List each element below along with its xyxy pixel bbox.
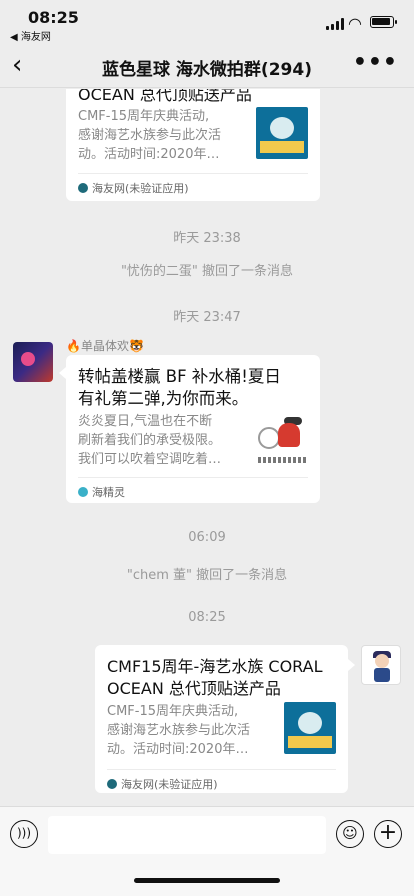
source-icon [107,779,117,789]
source-label: 海友网(未验证应用) [121,778,218,791]
source-label: 海精灵 [92,486,125,499]
back-icon[interactable]: ‹ [12,52,40,80]
avatar[interactable] [13,342,53,382]
card-desc-line: 炎炎夏日,气温也在不断 [78,414,213,429]
emoji-icon[interactable]: ☺ [336,820,364,848]
voice-icon[interactable]: ))) [10,820,38,848]
source-icon [78,487,88,497]
timestamp: 08:25 [188,610,226,625]
card-title: OCEAN 总代顶贴送产品 [78,89,252,104]
plus-icon[interactable]: + [374,820,402,848]
status-time: 08:25 [28,8,79,27]
card-desc-line: 我们可以吹着空调吃着… [78,452,222,467]
avatar[interactable] [361,645,401,685]
sender-name: 🔥单晶体欢🐯 [66,339,144,353]
card-desc-line: 动。活动时间:2020年… [78,147,220,162]
card-thumbnail [256,107,308,159]
battery-icon [370,16,397,28]
card-source: 海精灵 [78,477,308,500]
card-thumbnail [284,702,336,754]
chat-title: 蓝色星球 海水微拍群(294) [102,60,312,80]
chat-header: ‹ 蓝色星球 海水微拍群(294) ••• [0,44,414,88]
status-bar: 08:25 ◀ 海友网 ◠ [0,0,414,44]
card-title-line: CMF15周年-海艺水族 CORAL [107,657,323,676]
message-list[interactable]: OCEAN 总代顶贴送产品 CMF-15周年庆典活动, 感谢海艺水族参与此次活 … [0,89,414,806]
card-desc-line: 感谢海艺水族参与此次活 [78,128,222,143]
card-title-line: 有礼第二弹,为你而来。 [78,389,249,408]
timestamp: 昨天 23:38 [173,231,241,246]
more-icon[interactable]: ••• [353,50,398,75]
card-thumbnail [256,413,308,465]
recall-notice: "忧伤的二蛋" 撤回了一条消息 [120,264,294,279]
signal-icon [326,18,344,30]
card-desc-line: CMF-15周年庆典活动, [107,704,239,719]
card-desc-line: CMF-15周年庆典活动, [78,109,210,124]
timestamp: 06:09 [188,530,226,545]
home-indicator[interactable] [134,878,280,883]
wifi-icon: ◠ [348,14,362,33]
card-desc-line: 动。活动时间:2020年… [107,742,249,757]
timestamp: 昨天 23:47 [173,310,241,325]
card-source: 海友网(未验证应用) [78,173,308,196]
bubble-tail [59,367,66,379]
message-input[interactable] [48,816,326,854]
card-source: 海友网(未验证应用) [107,769,336,792]
card-title-line: OCEAN 总代顶贴送产品 [107,679,281,698]
link-card-mid[interactable]: 转帖盖楼赢 BF 补水桶!夏日 有礼第二弹,为你而来。 炎炎夏日,气温也在不断 … [66,355,320,503]
card-title-line: 转帖盖楼赢 BF 补水桶!夏日 [78,367,281,386]
source-icon [78,183,88,193]
link-card-top[interactable]: OCEAN 总代顶贴送产品 CMF-15周年庆典活动, 感谢海艺水族参与此次活 … [66,89,320,201]
recall-notice: "chem 董" 撤回了一条消息 [126,568,288,583]
card-desc-line: 刷新着我们的承受极限。 [78,433,222,448]
card-desc-line: 感谢海艺水族参与此次活 [107,723,251,738]
back-to-app-link[interactable]: ◀ 海友网 [10,28,51,43]
link-card-bottom[interactable]: CMF15周年-海艺水族 CORAL OCEAN 总代顶贴送产品 CMF-15周… [95,645,348,793]
source-label: 海友网(未验证应用) [92,182,189,195]
bubble-tail [348,659,355,671]
